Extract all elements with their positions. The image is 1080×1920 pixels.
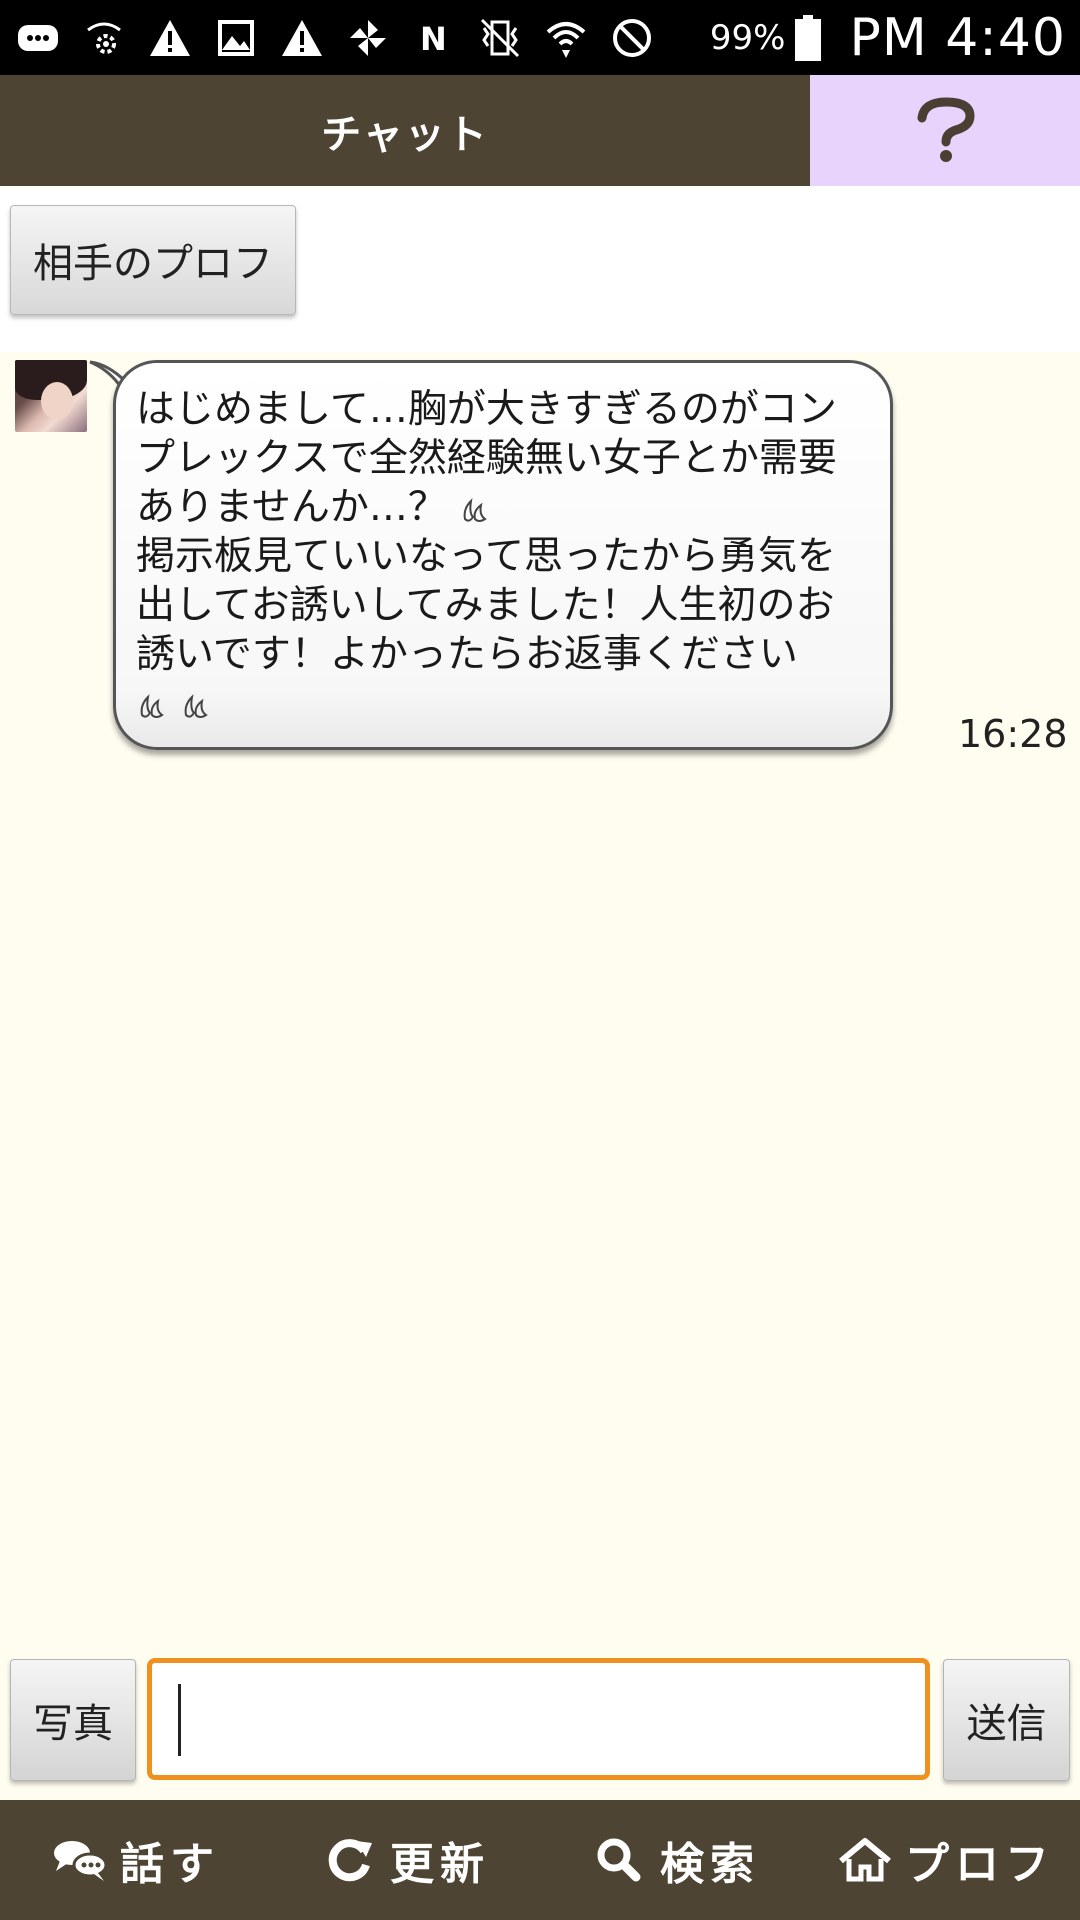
wifi-settings-icon [80,14,128,62]
text-cursor [178,1684,181,1756]
app-header: チャット [0,75,1080,186]
message-input-bar: 写真 送信 [0,1652,1080,1800]
warning-icon [146,14,194,62]
notification-icons: N [14,14,710,62]
page-title: チャット [0,75,810,186]
nav-talk-label: 話す [120,1839,220,1890]
wifi-icon [542,14,590,62]
avatar[interactable] [15,360,87,432]
nav-profile-label: プロフ [905,1839,1055,1890]
profile-row: 相手のプロフ [0,186,1080,352]
battery-icon [795,14,822,61]
bottom-nav: 話す 更新 検索 プロフ [0,1800,1080,1920]
image-icon [212,14,260,62]
home-icon [839,1838,891,1882]
clock: PM 4:40 [849,7,1066,68]
partner-profile-button[interactable]: 相手のプロフ [10,205,296,315]
battery-percent: 99% [709,17,786,58]
pinwheel-icon [344,14,392,62]
nav-search[interactable]: 検索 [540,1800,810,1920]
send-button[interactable]: 送信 [943,1659,1070,1781]
nav-profile[interactable]: プロフ [810,1800,1080,1920]
photo-button[interactable]: 写真 [10,1659,136,1781]
svg-text:N: N [420,20,447,58]
refresh-icon [328,1839,372,1882]
sweat-drop-icon [185,693,209,718]
status-bar: N 99% PM 4:40 [0,0,1080,75]
chat-bubble-icon [14,14,62,62]
nav-search-label: 検索 [660,1839,760,1890]
sweat-drop-icon [463,497,488,522]
help-button[interactable] [810,75,1080,186]
message-input[interactable] [147,1658,930,1780]
sweat-drop-icon [140,693,164,718]
chat-bubbles-icon [54,1841,108,1881]
search-icon [597,1838,641,1882]
message-timestamp: 16:28 [958,712,1068,756]
message-bubble[interactable]: はじめまして…胸が大きすぎるのがコンプレックスで全然経験無い女子とか需要ありませ… [113,360,893,750]
do-not-disturb-icon [608,14,656,62]
question-mark-icon [917,96,975,162]
warning-icon [278,14,326,62]
nav-refresh-label: 更新 [390,1839,490,1890]
nfc-icon: N [410,14,458,62]
nav-talk[interactable]: 話す [0,1800,270,1920]
message-text-continued: 掲示板見ていいなって思ったから勇気を出してお誘いしてみました！人生初のお誘いです… [136,534,837,677]
nav-refresh[interactable]: 更新 [270,1800,540,1920]
vibrate-mute-icon [476,14,524,62]
chat-area[interactable]: はじめまして…胸が大きすぎるのがコンプレックスで全然経験無い女子とか需要ありませ… [0,352,1080,1652]
